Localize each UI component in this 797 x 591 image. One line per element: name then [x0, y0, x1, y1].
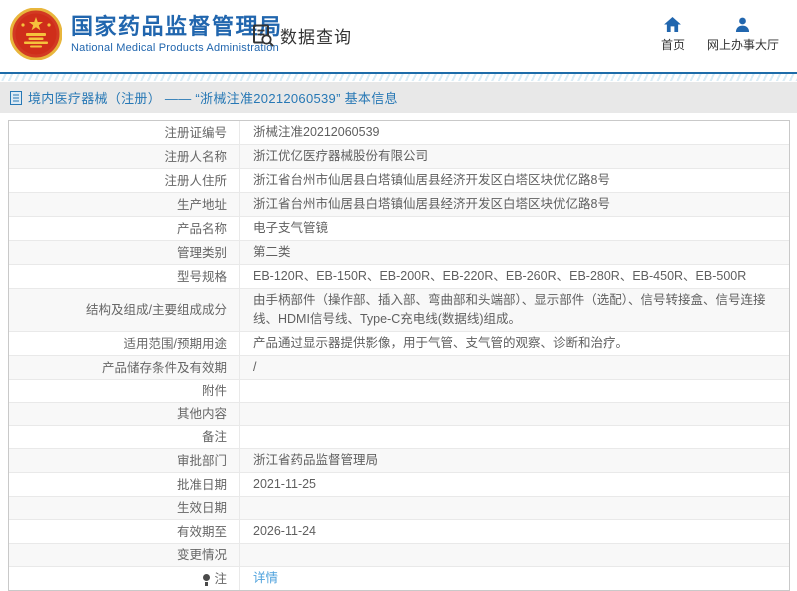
row-value: 浙江优亿医疗器械股份有限公司 — [253, 149, 429, 163]
row-value: 详情 — [240, 567, 789, 590]
row-label: 附件 — [9, 380, 240, 402]
details-link[interactable]: 详情 — [253, 571, 278, 585]
row-value — [240, 403, 789, 425]
brand: 国家药品监督管理局 National Medical Products Admi… — [10, 8, 283, 60]
table-row: 审批部门 浙江省药品监督管理局 — [9, 449, 789, 473]
decorative-stripe-band — [0, 74, 797, 81]
top-nav: 首页 网上办事大厅 — [661, 17, 779, 53]
table-row: 注册人住所 浙江省台州市仙居县白塔镇仙居县经济开发区白塔区块优亿路8号 — [9, 169, 789, 193]
lightbulb-icon — [202, 573, 211, 586]
row-value: EB-120R、EB-150R、EB-200R、EB-220R、EB-260R、… — [253, 269, 747, 283]
row-value — [240, 426, 789, 448]
nav-item-service-hall[interactable]: 网上办事大厅 — [707, 17, 779, 53]
table-row: 生效日期 — [9, 497, 789, 520]
table-row: 结构及组成/主要组成成分 由手柄部件（操作部、插入部、弯曲部和头端部）、显示部件… — [9, 289, 789, 332]
table-row: 产品储存条件及有效期 / — [9, 356, 789, 380]
row-value: 浙江省台州市仙居县白塔镇仙居县经济开发区白塔区块优亿路8号 — [253, 173, 610, 187]
row-label: 适用范围/预期用途 — [9, 332, 240, 355]
row-label: 产品名称 — [9, 217, 240, 240]
row-value: / — [253, 360, 257, 374]
row-label: 其他内容 — [9, 403, 240, 425]
table-row: 附件 — [9, 380, 789, 403]
row-label: 管理类别 — [9, 241, 240, 264]
table-row: 变更情况 — [9, 544, 789, 567]
row-label: 型号规格 — [9, 265, 240, 288]
row-label: 生产地址 — [9, 193, 240, 216]
row-label: 产品储存条件及有效期 — [9, 356, 240, 379]
document-icon — [10, 90, 22, 105]
row-label: 注册人住所 — [9, 169, 240, 192]
nav-item-home[interactable]: 首页 — [661, 17, 685, 53]
row-label: 备注 — [9, 426, 240, 448]
row-value: 第二类 — [253, 245, 291, 259]
row-value — [240, 380, 789, 402]
breadcrumb: 境内医疗器械（注册） —— “浙械注准20212060539” 基本信息 — [0, 82, 797, 113]
row-label: 注 — [9, 567, 240, 590]
row-label: 结构及组成/主要组成成分 — [9, 289, 240, 331]
row-label: 注册证编号 — [9, 121, 240, 144]
row-value: 浙江省药品监督管理局 — [253, 453, 379, 467]
table-row: 其他内容 — [9, 403, 789, 426]
table-row: 批准日期 2021-11-25 — [9, 473, 789, 497]
table-row: 有效期至 2026-11-24 — [9, 520, 789, 544]
row-label: 有效期至 — [9, 520, 240, 543]
nav-home-label: 首页 — [660, 38, 685, 52]
row-label: 生效日期 — [9, 497, 240, 519]
row-value: 浙江省台州市仙居县白塔镇仙居县经济开发区白塔区块优亿路8号 — [253, 197, 610, 211]
nav-service-hall-label: 网上办事大厅 — [706, 38, 779, 52]
row-value: 浙械注准20212060539 — [253, 125, 380, 139]
home-icon — [664, 17, 682, 32]
table-row: 管理类别 第二类 — [9, 241, 789, 265]
row-value: 产品通过显示器提供影像，用于气管、支气管的观察、诊断和治疗。 — [253, 336, 629, 350]
table-row: 注册证编号 浙械注准20212060539 — [9, 121, 789, 145]
table-row: 产品名称 电子支气管镜 — [9, 217, 789, 241]
row-value — [240, 544, 789, 566]
info-table: 注册证编号 浙械注准20212060539 注册人名称 浙江优亿医疗器械股份有限… — [8, 120, 790, 591]
row-value: 电子支气管镜 — [253, 221, 329, 235]
data-query-icon — [253, 24, 274, 47]
row-label: 注册人名称 — [9, 145, 240, 168]
national-emblem-logo — [10, 8, 62, 60]
person-icon — [736, 17, 750, 32]
table-row: 生产地址 浙江省台州市仙居县白塔镇仙居县经济开发区白塔区块优亿路8号 — [9, 193, 789, 217]
data-query-section: 数据查询 — [251, 23, 352, 48]
table-row: 注册人名称 浙江优亿医疗器械股份有限公司 — [9, 145, 789, 169]
row-label: 批准日期 — [9, 473, 240, 496]
table-row: 注 详情 — [9, 567, 789, 590]
row-value: 由手柄部件（操作部、插入部、弯曲部和头端部）、显示部件（选配）、信号转接盒、信号… — [253, 293, 766, 326]
row-label: 审批部门 — [9, 449, 240, 472]
table-row: 适用范围/预期用途 产品通过显示器提供影像，用于气管、支气管的观察、诊断和治疗。 — [9, 332, 789, 356]
row-value — [240, 497, 789, 519]
row-value: 2021-11-25 — [253, 477, 317, 491]
header: 国家药品监督管理局 National Medical Products Admi… — [0, 0, 797, 72]
breadcrumb-text: 境内医疗器械（注册） —— “浙械注准20212060539” 基本信息 — [28, 91, 398, 106]
data-query-title: 数据查询 — [280, 28, 352, 47]
table-row: 型号规格 EB-120R、EB-150R、EB-200R、EB-220R、EB-… — [9, 265, 789, 289]
table-row: 备注 — [9, 426, 789, 449]
row-label: 变更情况 — [9, 544, 240, 566]
row-value: 2026-11-24 — [253, 524, 317, 538]
